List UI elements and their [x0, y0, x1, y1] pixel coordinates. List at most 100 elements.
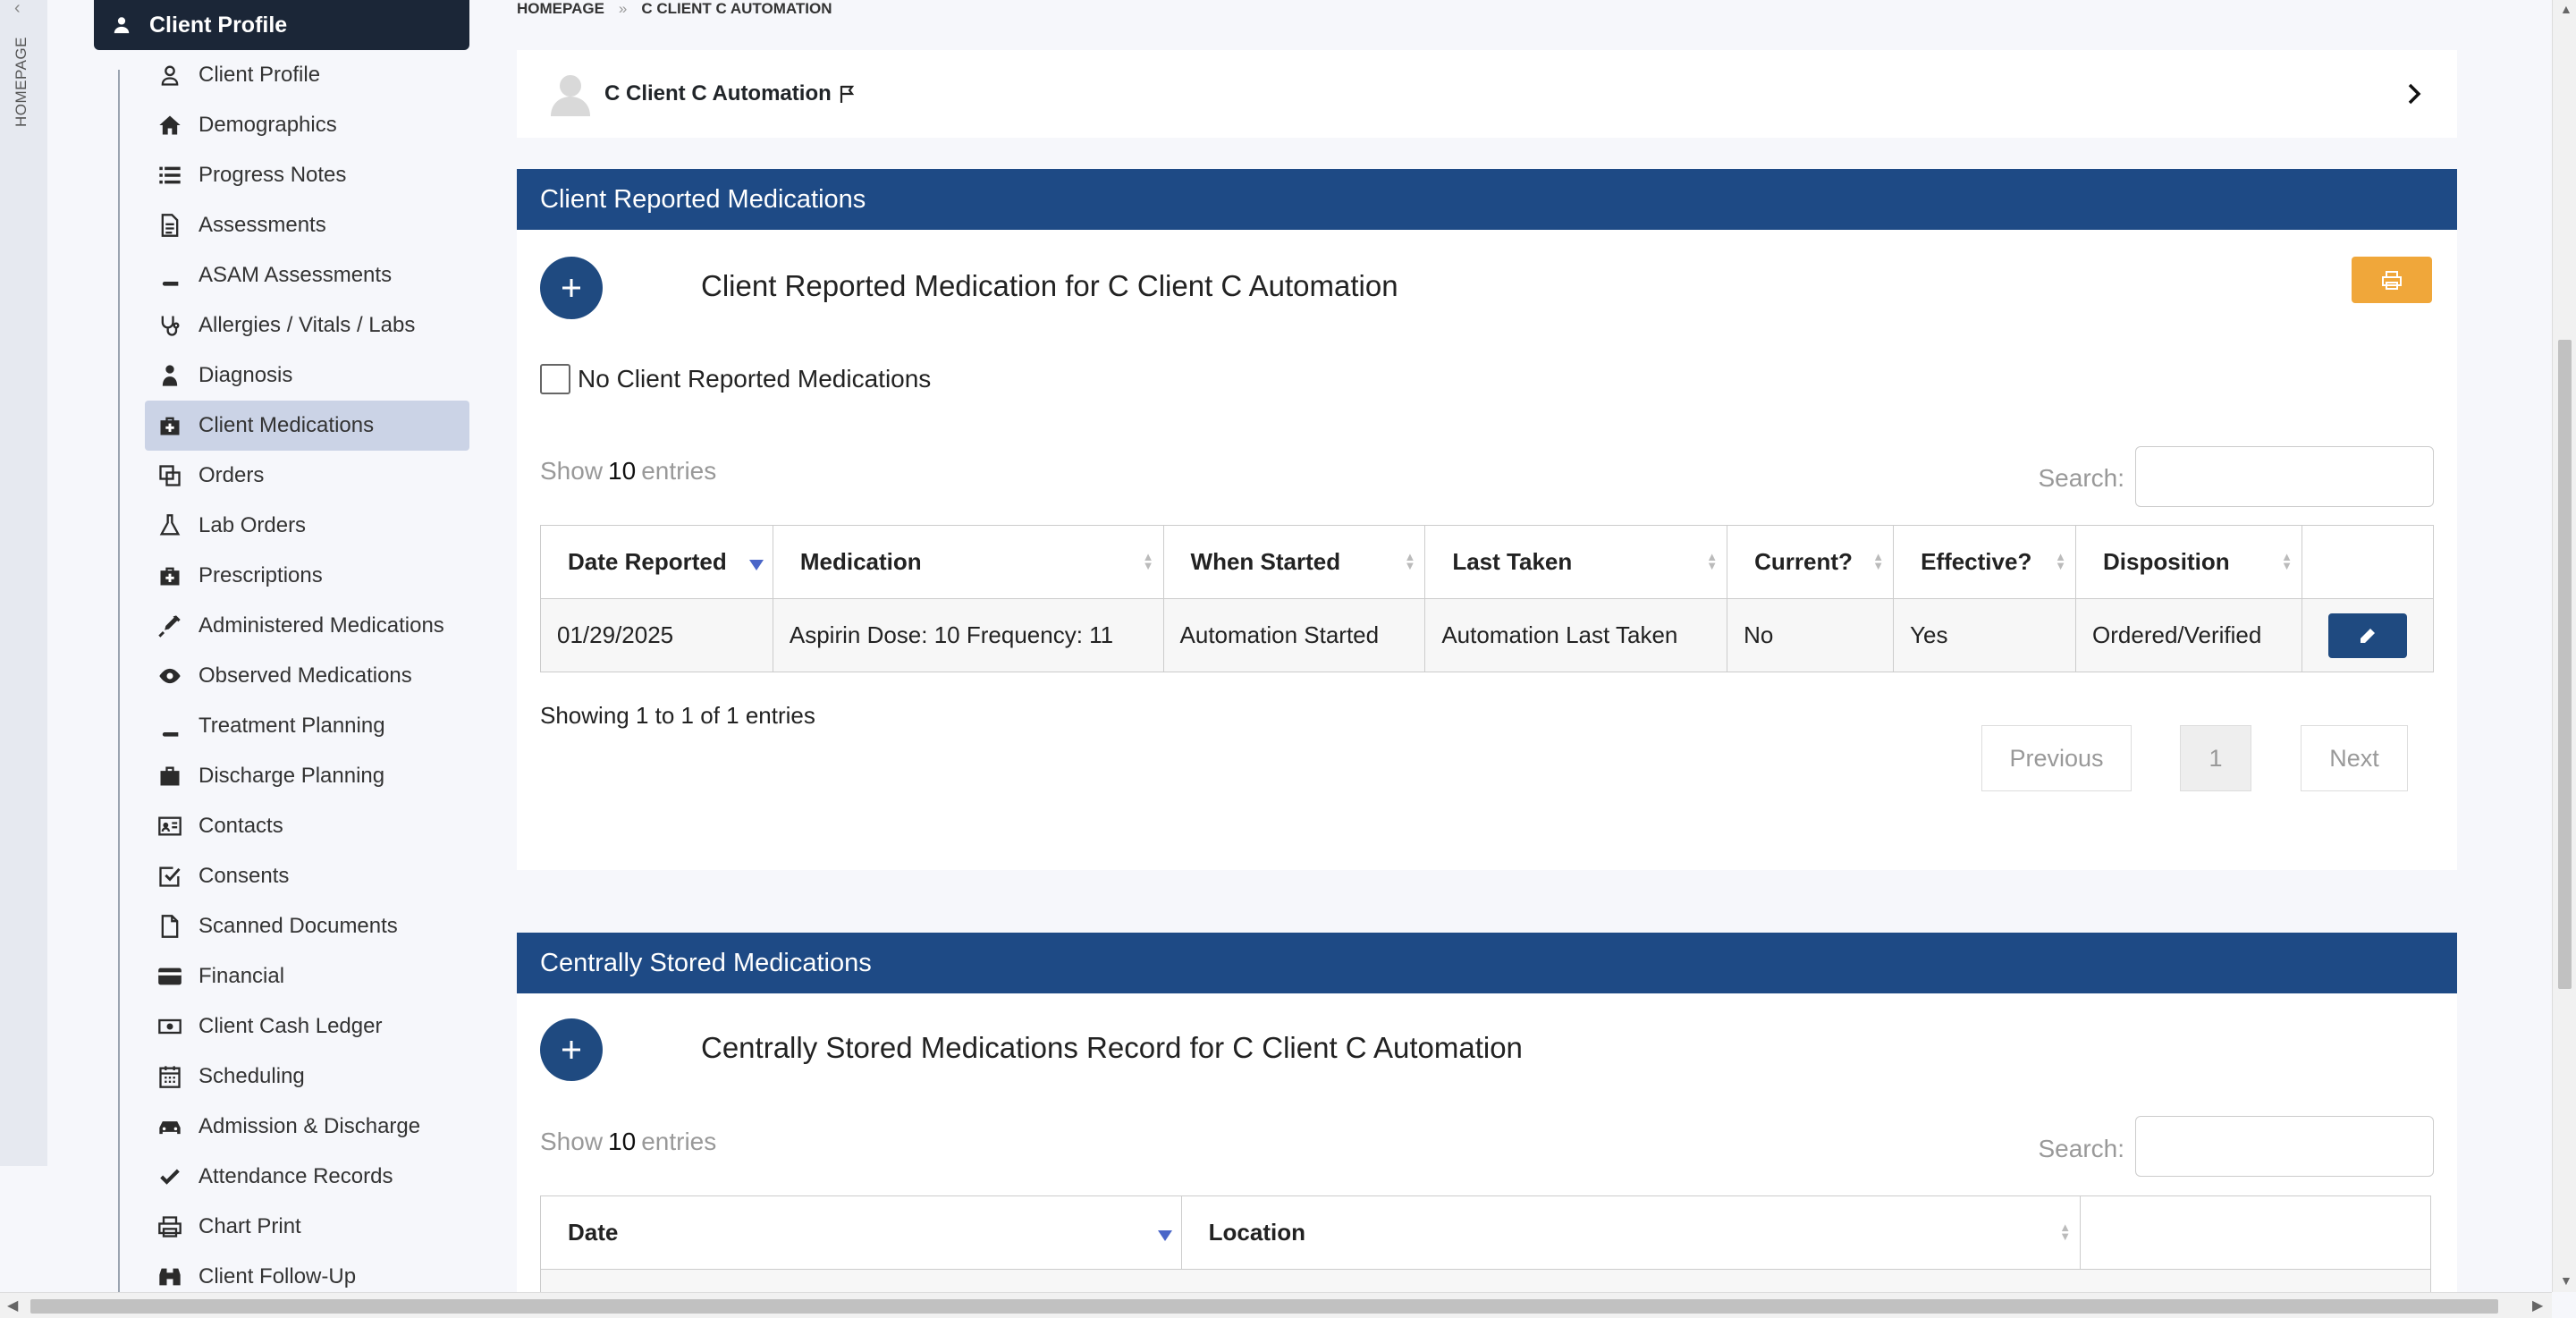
homepage-strip[interactable]: ‹ HOMEPAGE: [0, 0, 47, 1166]
sidebar-item-progress-notes[interactable]: Progress Notes: [145, 150, 469, 200]
sidebar-item-label: Attendance Records: [198, 1164, 393, 1188]
col-current[interactable]: Current? ▲ ▼: [1727, 525, 1895, 599]
sidebar-item-label: Client Follow-Up: [198, 1264, 357, 1288]
print-button[interactable]: [2352, 257, 2432, 303]
check-icon: [160, 1169, 180, 1185]
sidebar-item-label: Consents: [198, 864, 290, 888]
sidebar-item-allergies-vitals-labs[interactable]: Allergies / Vitals / Labs: [145, 300, 469, 351]
sidebar-item-prescriptions[interactable]: Prescriptions: [145, 551, 469, 601]
sidebar-item-observed-medications[interactable]: Observed Medications: [145, 651, 469, 701]
sidebar-item-label: Observed Medications: [198, 663, 412, 688]
binoculars-icon: [159, 1268, 181, 1286]
sidebar-item-treatment-planning[interactable]: Treatment Planning: [145, 701, 469, 751]
panel-title: Client Reported Medication for C Client …: [701, 269, 1398, 302]
breadcrumb-home[interactable]: HOMEPAGE: [517, 0, 604, 18]
document-icon: [161, 214, 179, 237]
credit-card-icon: [158, 967, 182, 985]
cell-disposition: Ordered/Verified: [2075, 598, 2302, 672]
list-icon: [159, 166, 181, 184]
search-input[interactable]: [2135, 1116, 2434, 1177]
col-date[interactable]: Date: [540, 1195, 1182, 1270]
column-label: Current?: [1754, 548, 1853, 575]
sidebar-item-administered-medications[interactable]: Administered Medications: [145, 601, 469, 651]
checkbox[interactable]: [540, 364, 570, 394]
flag-icon[interactable]: [837, 83, 858, 105]
col-last-taken[interactable]: Last Taken ▲ ▼: [1424, 525, 1728, 599]
edit-button[interactable]: [2327, 613, 2407, 658]
search-input[interactable]: [2135, 446, 2434, 507]
sidebar-item-lab-orders[interactable]: Lab Orders: [145, 501, 469, 551]
col-medication[interactable]: Medication ▲ ▼: [772, 525, 1164, 599]
sidebar-item-contacts[interactable]: Contacts: [145, 801, 469, 851]
sidebar-item-label: ASAM Assessments: [198, 263, 393, 287]
entries-count[interactable]: 10: [608, 1128, 636, 1155]
sidebar-item-client-medications[interactable]: Client Medications: [145, 401, 469, 451]
sidebar-item-label: Assessments: [198, 213, 326, 237]
sidebar-item-financial[interactable]: Financial: [145, 951, 469, 1001]
sidebar-item-discharge-planning[interactable]: Discharge Planning: [145, 751, 469, 801]
sidebar-item-label: Client Medications: [198, 413, 375, 437]
horizontal-scroll-thumb[interactable]: [30, 1299, 2498, 1314]
book-icon: [162, 266, 179, 286]
vertical-scroll-thumb[interactable]: [2558, 340, 2572, 989]
entries-selector[interactable]: Show 10 entries: [540, 457, 716, 486]
previous-button[interactable]: Previous: [1981, 725, 2132, 791]
cell-when-started: Automation Started: [1162, 598, 1426, 672]
sidebar-item-client-profile[interactable]: Client Profile: [145, 50, 469, 100]
sidebar-header-label: Client Profile: [149, 12, 288, 38]
scroll-left-icon[interactable]: ◀: [7, 1297, 18, 1314]
sidebar-item-demographics[interactable]: Demographics: [145, 100, 469, 150]
cell-current: No: [1727, 598, 1895, 672]
person-icon: [161, 65, 179, 86]
sidebar-item-consents[interactable]: Consents: [145, 851, 469, 901]
next-button[interactable]: Next: [2301, 725, 2408, 791]
page-1-button[interactable]: 1: [2180, 725, 2251, 791]
scroll-down-icon[interactable]: ▼: [2560, 1273, 2572, 1288]
sidebar-item-admission-discharge[interactable]: Admission & Discharge: [145, 1102, 469, 1152]
client-header-bar[interactable]: C Client C Automation: [517, 50, 2457, 138]
sidebar-item-diagnosis[interactable]: Diagnosis: [145, 351, 469, 401]
col-effective[interactable]: Effective? ▲ ▼: [1893, 525, 2077, 599]
add-reported-medication-button[interactable]: [540, 257, 603, 319]
col-date-reported[interactable]: Date Reported: [540, 525, 773, 599]
sidebar-item-label: Diagnosis: [198, 363, 293, 387]
sidebar-item-attendance-records[interactable]: Attendance Records: [145, 1152, 469, 1202]
chevron-right-icon[interactable]: [2403, 82, 2425, 106]
sidebar-item-label: Client Profile: [198, 63, 321, 87]
scroll-right-icon[interactable]: ▶: [2532, 1297, 2543, 1314]
homepage-vertical-label[interactable]: HOMEPAGE: [13, 37, 30, 127]
column-label: Medication: [799, 548, 922, 575]
sidebar-item-chart-print[interactable]: Chart Print: [145, 1202, 469, 1252]
sidebar-item-asam-assessments[interactable]: ASAM Assessments: [145, 250, 469, 300]
col-location[interactable]: Location ▲ ▼: [1180, 1195, 2082, 1270]
sidebar-divider: [118, 70, 120, 1295]
col-disposition[interactable]: Disposition ▲ ▼: [2075, 525, 2302, 599]
sidebar-item-label: Progress Notes: [198, 163, 347, 187]
vertical-scrollbar[interactable]: ▲ ▼: [2552, 0, 2576, 1292]
book-icon: [162, 716, 179, 737]
reported-medications-table: Date Reported Medication ▲ ▼ When Started ▲…: [540, 525, 2435, 672]
sidebar-item-orders[interactable]: Orders: [145, 451, 469, 501]
sidebar-item-scheduling[interactable]: Scheduling: [145, 1052, 469, 1102]
panel-header: Centrally Stored Medications: [517, 933, 2457, 993]
plus-icon: [562, 279, 580, 297]
sidebar-header[interactable]: Client Profile: [94, 0, 469, 50]
add-central-medication-button[interactable]: [540, 1018, 603, 1081]
sidebar-item-scanned-documents[interactable]: Scanned Documents: [145, 901, 469, 951]
col-when-started[interactable]: When Started ▲ ▼: [1162, 525, 1426, 599]
person-icon: [114, 17, 130, 34]
horizontal-scrollbar[interactable]: ◀ ▶: [0, 1292, 2552, 1318]
syringe-icon: [158, 615, 181, 638]
scroll-up-icon[interactable]: ▲: [2560, 2, 2572, 16]
breadcrumb-current: C CLIENT C AUTOMATION: [641, 0, 832, 17]
sidebar-item-label: Lab Orders: [198, 513, 307, 537]
entries-count[interactable]: 10: [608, 457, 636, 485]
clone-icon: [159, 465, 181, 486]
no-reported-medications-checkbox[interactable]: No Client Reported Medications: [540, 364, 931, 394]
chevron-left-icon[interactable]: ‹: [14, 0, 21, 17]
entries-selector[interactable]: Show 10 entries: [540, 1128, 716, 1156]
sidebar-item-client-cash-ledger[interactable]: Client Cash Ledger: [145, 1001, 469, 1052]
column-label: Date Reported: [568, 548, 727, 575]
sidebar-item-assessments[interactable]: Assessments: [145, 200, 469, 250]
client-reported-medications-panel: Client Reported Medications Client Repor…: [517, 169, 2457, 870]
